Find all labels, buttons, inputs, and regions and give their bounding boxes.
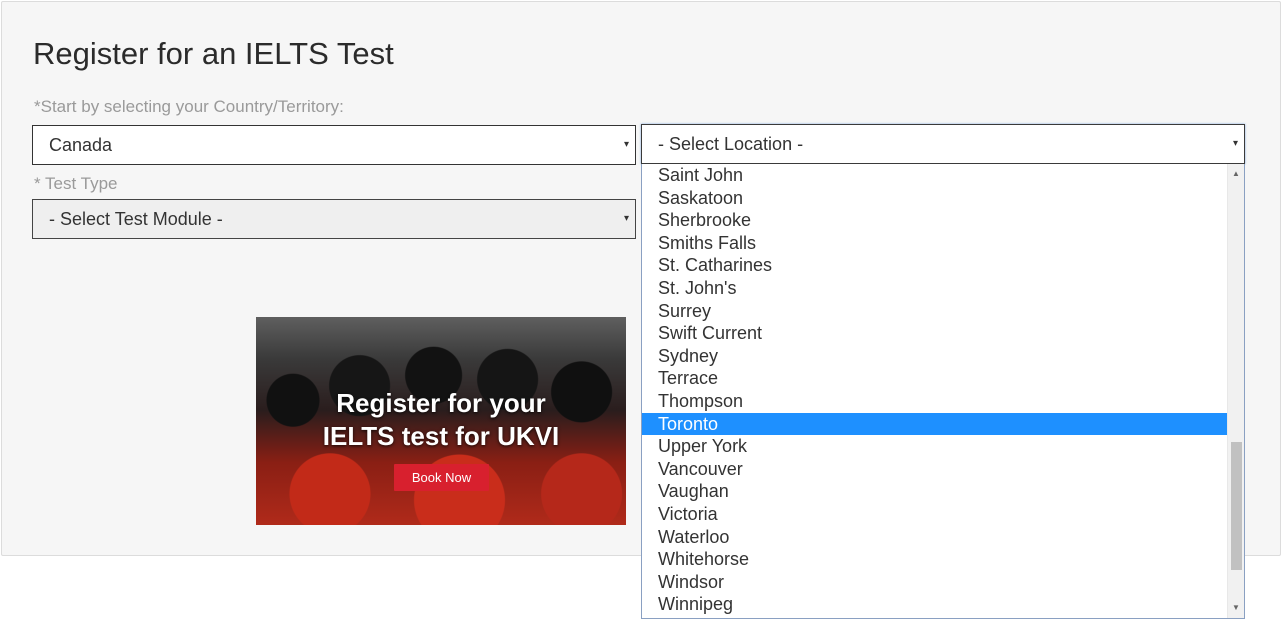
test-type-label: * Test Type: [34, 174, 118, 193]
banner-headline-line2: IELTS test for UKVI: [322, 421, 560, 451]
location-option[interactable]: St. Catharines: [642, 254, 1228, 277]
dropdown-scrollbar[interactable]: ▲ ▼: [1227, 164, 1244, 618]
scroll-down-icon[interactable]: ▼: [1228, 600, 1244, 616]
chevron-down-icon: ▾: [623, 213, 629, 224]
location-option[interactable]: Vancouver: [642, 458, 1228, 481]
location-select-value: - Select Location -: [658, 134, 804, 154]
location-option[interactable]: Sydney: [642, 345, 1228, 368]
test-module-select[interactable]: - Select Test Module - ▾: [32, 199, 636, 239]
location-option[interactable]: Upper York: [642, 435, 1228, 458]
banner-headline-line1: Register for your: [336, 388, 546, 418]
location-option[interactable]: Terrace: [642, 367, 1228, 390]
location-dropdown-list[interactable]: Saint John Saskatoon Sherbrooke Smiths Fall…: [641, 164, 1245, 619]
scrollbar-thumb[interactable]: [1231, 442, 1242, 571]
location-option[interactable]: Saint John: [642, 164, 1228, 187]
page-title: Register for an IELTS Test: [33, 36, 394, 71]
location-option[interactable]: Sherbrooke: [642, 209, 1228, 232]
location-option[interactable]: Vaughan: [642, 480, 1228, 503]
location-option[interactable]: Winnipeg: [642, 593, 1228, 616]
location-option[interactable]: Windsor: [642, 571, 1228, 594]
location-option[interactable]: Thompson: [642, 390, 1228, 413]
location-option[interactable]: Waterloo: [642, 526, 1228, 549]
banner-headline: Register for your IELTS test for UKVI: [256, 387, 626, 453]
location-option[interactable]: Surrey: [642, 300, 1228, 323]
book-now-button[interactable]: Book Now: [394, 464, 489, 491]
location-select[interactable]: - Select Location - ▾: [641, 124, 1245, 164]
location-option[interactable]: Whitehorse: [642, 548, 1228, 571]
location-options: Saint John Saskatoon Sherbrooke Smiths Fall…: [642, 164, 1228, 616]
country-label: *Start by selecting your Country/Territo…: [34, 97, 344, 116]
location-option[interactable]: Swift Current: [642, 322, 1228, 345]
country-select-value: Canada: [49, 135, 113, 155]
chevron-down-icon: ▾: [1232, 138, 1238, 149]
ukvi-banner[interactable]: Register for your IELTS test for UKVI Bo…: [256, 317, 626, 525]
location-option[interactable]: Toronto: [642, 412, 1228, 436]
country-select[interactable]: Canada ▾: [32, 125, 636, 165]
chevron-down-icon: ▾: [623, 139, 629, 150]
test-module-select-value: - Select Test Module -: [49, 209, 223, 229]
location-option[interactable]: St. John's: [642, 277, 1228, 300]
scroll-up-icon[interactable]: ▲: [1228, 166, 1244, 182]
location-option[interactable]: Smiths Falls: [642, 232, 1228, 255]
location-option[interactable]: Saskatoon: [642, 187, 1228, 210]
location-option[interactable]: Victoria: [642, 503, 1228, 526]
